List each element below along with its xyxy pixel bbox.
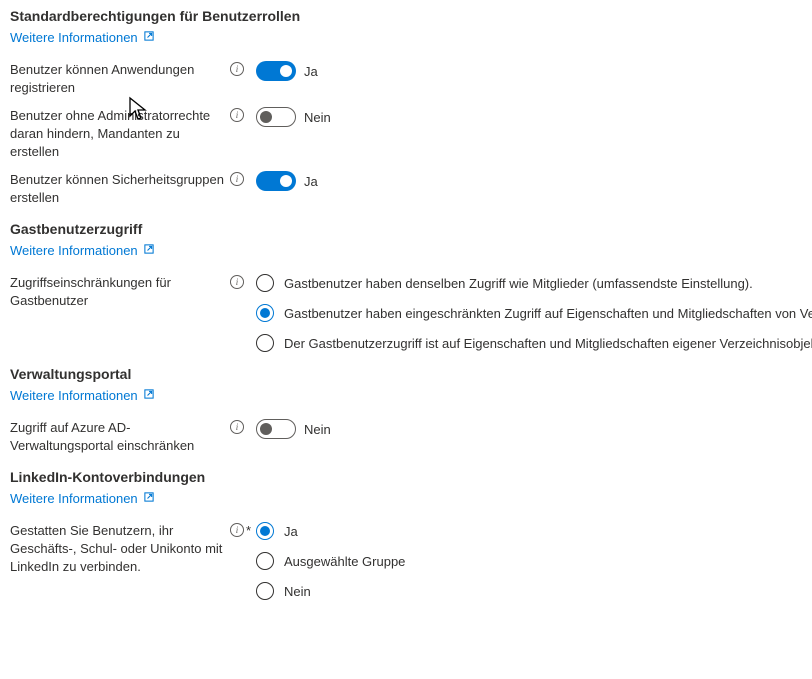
toggle-state-label: Ja [304,174,318,189]
external-link-icon [143,491,155,506]
info-col: i [230,274,256,289]
radio-icon [256,274,274,292]
section-heading-guest-access: Gastbenutzerzugriff [10,221,802,237]
learn-more-label: Weitere Informationen [10,30,138,45]
setting-label: Benutzer ohne Administratorrechte daran … [10,107,230,161]
setting-label: Benutzer können Anwendungen registrieren [10,61,230,97]
settings-panel: Standardberechtigungen für Benutzerrolle… [10,8,802,600]
required-asterisk: * [246,523,251,538]
radio-icon [256,582,274,600]
radio-icon [256,304,274,322]
setting-label: Zugriffseinschränkungen für Gastbenutzer [10,274,230,310]
setting-prevent-tenant: Benutzer ohne Administratorrechte daran … [10,107,802,161]
toggle-register-apps[interactable] [256,61,296,81]
radio-icon [256,334,274,352]
radio-guest-same-as-member[interactable]: Gastbenutzer haben denselben Zugriff wie… [256,274,812,292]
toggle-state-label: Nein [304,422,331,437]
radio-linkedin-selected-group[interactable]: Ausgewählte Gruppe [256,552,802,570]
external-link-icon [143,30,155,45]
info-col: i * [230,522,256,538]
learn-more-label: Weitere Informationen [10,243,138,258]
learn-more-link-linkedin[interactable]: Weitere Informationen [10,491,155,506]
info-col: i [230,171,256,186]
setting-register-apps: Benutzer können Anwendungen registrieren… [10,61,802,97]
radio-icon [256,552,274,570]
setting-restrict-portal: Zugriff auf Azure AD-Verwaltungsportal e… [10,419,802,455]
setting-label: Gestatten Sie Benutzern, ihr Geschäfts-,… [10,522,230,576]
setting-create-security-groups: Benutzer können Sicherheitsgruppen erste… [10,171,802,207]
toggle-state-label: Nein [304,110,331,125]
external-link-icon [143,388,155,403]
external-link-icon [143,243,155,258]
toggle-state-label: Ja [304,64,318,79]
radio-guest-own-objects[interactable]: Der Gastbenutzerzugriff ist auf Eigensch… [256,334,812,352]
radio-label: Der Gastbenutzerzugriff ist auf Eigensch… [284,336,812,351]
learn-more-label: Weitere Informationen [10,491,138,506]
section-heading-linkedin: LinkedIn-Kontoverbindungen [10,469,802,485]
info-col: i [230,61,256,76]
radio-icon [256,522,274,540]
info-icon[interactable]: i [230,172,244,186]
setting-guest-restrictions: Zugriffseinschränkungen für Gastbenutzer… [10,274,802,352]
toggle-create-security-groups[interactable] [256,171,296,191]
toggle-prevent-tenant[interactable] [256,107,296,127]
section-heading-admin-portal: Verwaltungsportal [10,366,802,382]
learn-more-label: Weitere Informationen [10,388,138,403]
radio-linkedin-yes[interactable]: Ja [256,522,802,540]
info-icon[interactable]: i [230,523,244,537]
radio-guest-limited[interactable]: Gastbenutzer haben eingeschränkten Zugri… [256,304,812,322]
learn-more-link-default-roles[interactable]: Weitere Informationen [10,30,155,45]
learn-more-link-admin-portal[interactable]: Weitere Informationen [10,388,155,403]
radio-label: Ja [284,524,298,539]
info-icon[interactable]: i [230,108,244,122]
radio-label: Gastbenutzer haben denselben Zugriff wie… [284,276,753,291]
info-col: i [230,419,256,434]
info-col: i [230,107,256,122]
radio-label: Ausgewählte Gruppe [284,554,405,569]
setting-linkedin-connect: Gestatten Sie Benutzern, ihr Geschäfts-,… [10,522,802,600]
info-icon[interactable]: i [230,420,244,434]
section-heading-default-roles: Standardberechtigungen für Benutzerrolle… [10,8,802,24]
info-icon[interactable]: i [230,275,244,289]
setting-label: Benutzer können Sicherheitsgruppen erste… [10,171,230,207]
toggle-restrict-portal[interactable] [256,419,296,439]
radio-label: Gastbenutzer haben eingeschränkten Zugri… [284,306,812,321]
radio-label: Nein [284,584,311,599]
info-icon[interactable]: i [230,62,244,76]
setting-label: Zugriff auf Azure AD-Verwaltungsportal e… [10,419,230,455]
learn-more-link-guest-access[interactable]: Weitere Informationen [10,243,155,258]
radio-linkedin-no[interactable]: Nein [256,582,802,600]
